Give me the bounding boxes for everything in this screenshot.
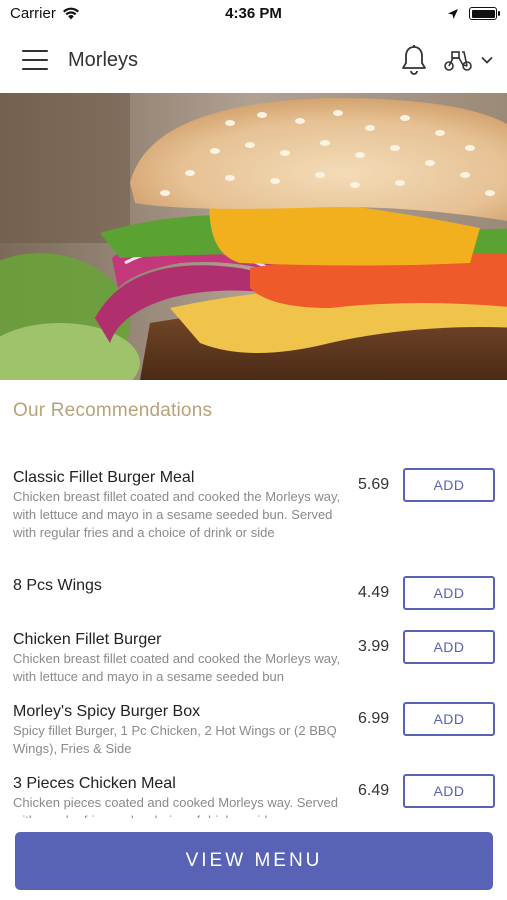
list-item: Chicken Fillet Burger Chicken breast fil… bbox=[0, 630, 507, 702]
app-title: Morleys bbox=[68, 48, 139, 71]
add-button[interactable]: ADD bbox=[403, 576, 495, 610]
location-arrow-icon bbox=[448, 8, 458, 19]
status-right bbox=[447, 7, 500, 20]
item-price: 4.49 bbox=[358, 584, 390, 601]
app-header: Morleys bbox=[0, 27, 507, 93]
carrier-label: Carrier bbox=[10, 5, 56, 22]
bell-icon[interactable] bbox=[399, 44, 429, 76]
item-price: 3.99 bbox=[358, 638, 390, 655]
hamburger-menu-icon[interactable] bbox=[22, 50, 48, 70]
list-item: Morley's Spicy Burger Box Spicy fillet B… bbox=[0, 702, 507, 774]
recommendations-list: Classic Fillet Burger Meal Chicken breas… bbox=[0, 468, 507, 824]
add-button[interactable]: ADD bbox=[403, 468, 495, 502]
section-title-recommendations: Our Recommendations bbox=[13, 400, 213, 421]
item-description: Chicken breast fillet coated and cooked … bbox=[13, 651, 341, 684]
item-price: 6.49 bbox=[358, 782, 390, 799]
wifi-icon bbox=[62, 7, 79, 20]
add-button[interactable]: ADD bbox=[403, 774, 495, 808]
add-button[interactable]: ADD bbox=[403, 702, 495, 736]
delivery-mode-selector[interactable] bbox=[443, 48, 493, 72]
item-price: 5.69 bbox=[358, 476, 390, 493]
item-description: Chicken breast fillet coated and cooked … bbox=[13, 489, 341, 540]
list-item: 8 Pcs Wings 4.49 ADD bbox=[0, 576, 507, 630]
list-item: 3 Pieces Chicken Meal Chicken pieces coa… bbox=[0, 774, 507, 824]
status-left: Carrier bbox=[10, 5, 80, 22]
hero-burger-image bbox=[0, 93, 507, 380]
battery-icon bbox=[469, 7, 500, 20]
list-item: Classic Fillet Burger Meal Chicken breas… bbox=[0, 468, 507, 576]
item-description: Spicy fillet Burger, 1 Pc Chicken, 2 Hot… bbox=[13, 723, 337, 756]
scooter-icon bbox=[444, 51, 472, 71]
status-bar: Carrier 4:36 PM bbox=[0, 0, 507, 27]
chevron-down-icon bbox=[481, 56, 493, 64]
view-menu-button[interactable]: VIEW MENU bbox=[15, 832, 493, 890]
add-button[interactable]: ADD bbox=[403, 630, 495, 664]
item-price: 6.99 bbox=[358, 710, 390, 727]
